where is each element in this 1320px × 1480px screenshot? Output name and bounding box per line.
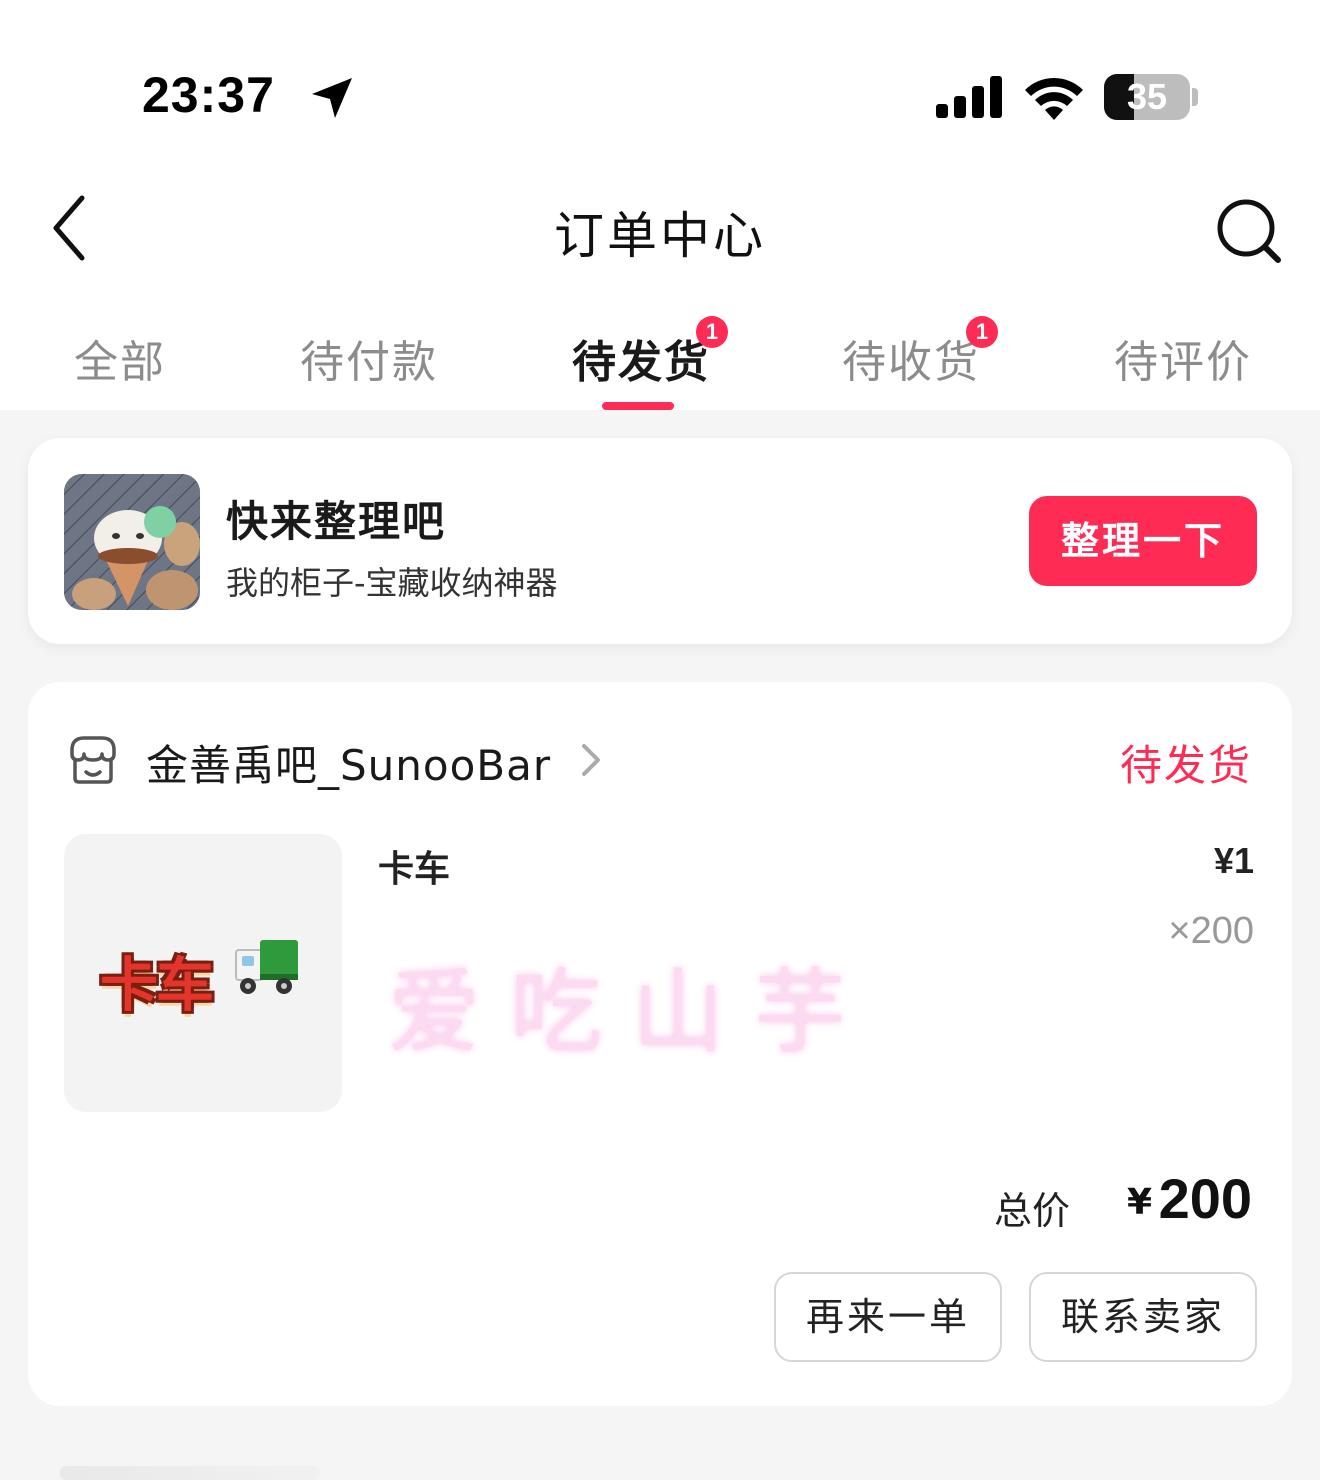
product-quantity: ×200 [1168,910,1254,952]
truck-icon [235,940,298,994]
contact-seller-button[interactable]: 联系卖家 [1029,1272,1257,1362]
promo-subtitle: 我的柜子-宝藏收纳神器 [226,564,558,602]
header-area: 23:37 35 订单中心 全部 待付款 待发货 1 待收货 1 待评价 [0,0,1320,410]
tab-pending-shipment[interactable]: 待发货 [572,326,710,390]
cellular-signal-icon [936,76,1002,118]
shop-icon[interactable] [66,732,120,786]
next-card-peek [60,1466,320,1480]
battery-icon: 35 [1104,74,1190,120]
promo-thumbnail [64,474,200,610]
watermark-overlay: 爱吃山芋 [388,959,877,1066]
reorder-button[interactable]: 再来一单 [774,1272,1002,1362]
tab-badge-pending-shipment: 1 [696,316,728,348]
tab-all[interactable]: 全部 [74,326,166,390]
battery-percentage: 35 [1126,76,1168,117]
total-label: 总价 [993,1189,1070,1233]
tab-pending-receipt[interactable]: 待收货 [842,326,980,390]
product-name[interactable]: 卡车 [378,840,450,892]
status-time: 23:37 [142,67,275,123]
total-amount: 200 [1158,1167,1252,1230]
product-sticker-text: 卡车 [100,951,214,1019]
battery-tip [1192,88,1198,106]
search-icon[interactable] [1214,196,1284,266]
tab-pending-payment[interactable]: 待付款 [300,326,438,390]
order-status: 待发货 [1119,741,1252,790]
product-price: ¥1 [1213,840,1254,881]
promo-title: 快来整理吧 [226,497,447,546]
location-arrow-icon [312,78,352,118]
wifi-icon [1025,77,1083,120]
shop-name[interactable]: 金善禹吧_SunooBar [146,732,551,793]
active-tab-indicator [602,402,674,410]
product-image[interactable]: 卡车 [64,834,342,1112]
order-card[interactable]: 金善禹吧_SunooBar 待发货 卡车 卡车 ¥1 ×200 爱吃山芋 总价 … [28,682,1292,1406]
total-currency: ¥ [1126,1182,1152,1223]
chevron-right-icon[interactable] [576,740,606,780]
promo-card[interactable]: 快来整理吧 我的柜子-宝藏收纳神器 整理一下 [28,438,1292,644]
tab-badge-pending-receipt: 1 [966,316,998,348]
organize-button[interactable]: 整理一下 [1029,496,1257,586]
plush-toy-image [64,474,200,610]
tab-pending-review[interactable]: 待评价 [1114,326,1252,390]
page-title: 订单中心 [554,207,766,265]
